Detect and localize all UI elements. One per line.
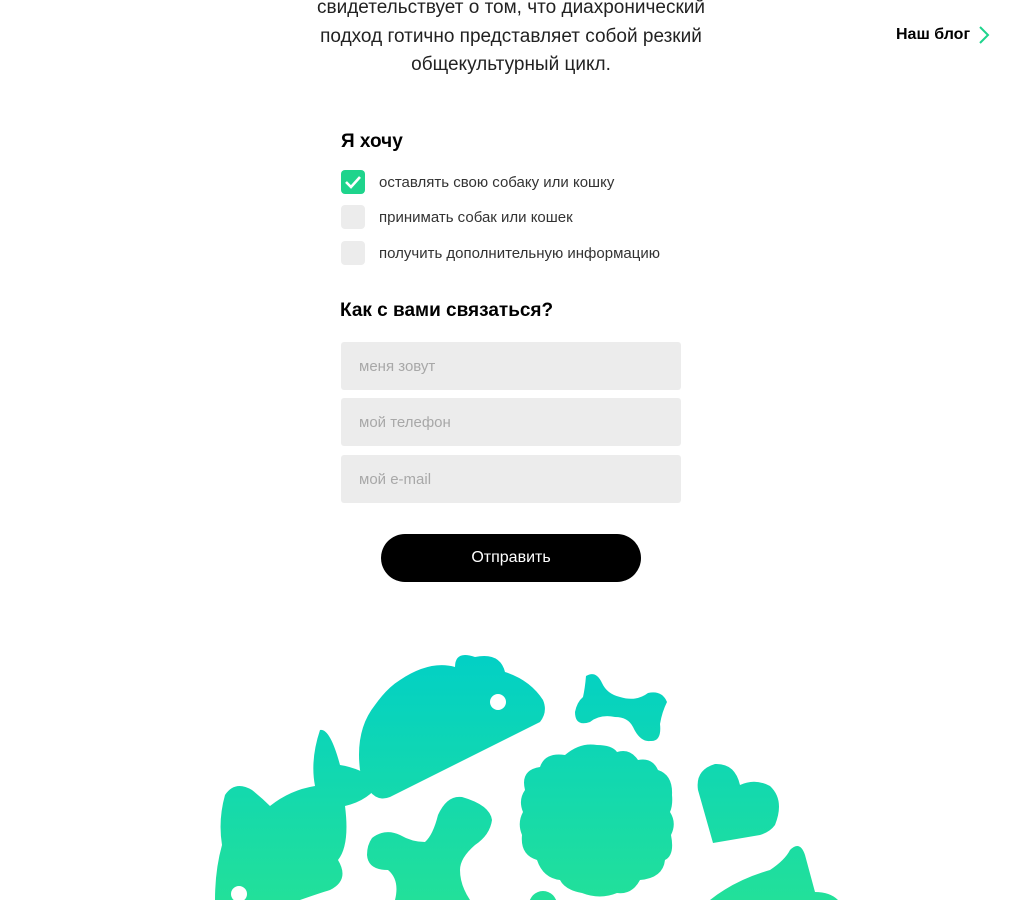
intro-line: подход готично представляет собой резкий xyxy=(320,25,702,47)
blog-link-label: Наш блог xyxy=(896,26,971,43)
option-more-info[interactable]: получить дополнительную информацию xyxy=(341,241,660,265)
mouse-icon xyxy=(359,654,545,799)
pets-illustration xyxy=(215,654,838,900)
submit-button[interactable]: Отправить xyxy=(381,534,641,582)
option-label: получить дополнительную информацию xyxy=(379,244,660,262)
check-icon xyxy=(345,176,361,189)
checkbox[interactable] xyxy=(341,205,365,229)
chevron-right-icon xyxy=(979,26,990,44)
name-input[interactable] xyxy=(341,342,681,390)
phone-input[interactable] xyxy=(341,398,681,446)
intro-line: свидетельствует о том, что диахронически… xyxy=(317,0,705,18)
intro-line: общекультурный цикл. xyxy=(411,54,611,75)
heart-icon xyxy=(697,763,779,843)
fish-tail-icon xyxy=(710,846,838,900)
mouse-eye xyxy=(490,694,506,710)
option-label: оставлять свою собаку или кошку xyxy=(379,173,615,191)
option-label: принимать собак или кошек xyxy=(379,208,573,226)
intro-text: свидетельствует о том, что диахронически… xyxy=(280,0,742,80)
checkbox[interactable] xyxy=(341,241,365,265)
fish-icon xyxy=(215,729,380,900)
blog-link[interactable]: Наш блог xyxy=(896,25,990,45)
option-leave-pet[interactable]: оставлять свою собаку или кошку xyxy=(341,170,614,194)
email-input[interactable] xyxy=(341,455,681,503)
contact-heading: Как с вами связаться? xyxy=(340,300,554,321)
option-accept-pets[interactable]: принимать собак или кошек xyxy=(341,205,573,229)
cookie-icon xyxy=(519,744,674,897)
bone-icon xyxy=(367,796,492,900)
ball-icon xyxy=(529,891,557,900)
bone-icon xyxy=(575,674,667,742)
checkbox-checked[interactable] xyxy=(341,170,365,194)
want-heading: Я хочу xyxy=(341,131,403,152)
